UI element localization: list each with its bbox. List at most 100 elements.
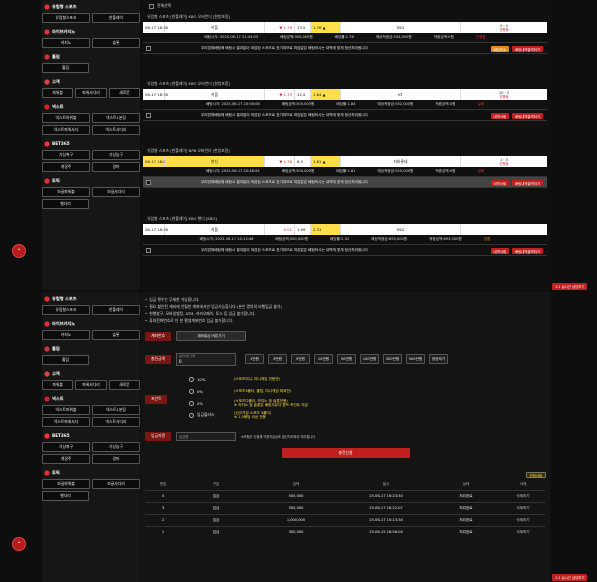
bet-action-button[interactable]: 내역삭제: [490, 180, 510, 186]
sidebar-item-button[interactable]: 경마: [92, 454, 140, 464]
live-chat-button-top[interactable]: 1:1 실시간 상담하기: [552, 283, 588, 290]
bet-print-button[interactable]: 배팅내역출력하기: [512, 180, 543, 186]
amount-button[interactable]: 500만원: [405, 354, 425, 364]
sidebar-item-button[interactable]: 넥스트사다리: [92, 417, 140, 427]
sidebar-item-button[interactable]: 파워사다리: [75, 380, 107, 390]
bet-row[interactable]: 06-17 18:30 키움 ▼ 1.79 13.5 1.76 ▲ SSG 0 : 0 진행중: [143, 22, 547, 33]
bet-checkbox[interactable]: [146, 45, 151, 51]
radio-icon[interactable]: [189, 400, 194, 406]
amount-button[interactable]: 10만원: [313, 354, 333, 364]
bet-print-button[interactable]: 배팅내역출력하기: [512, 113, 543, 119]
sidebar-item-button[interactable]: 보글파워볼: [42, 187, 90, 197]
sidebar-item-button[interactable]: 한폴레이: [92, 13, 140, 23]
bet-action-button[interactable]: 배팅취소: [490, 46, 510, 52]
sidebar-item-button[interactable]: 한폴레이: [92, 305, 140, 315]
bet-checkbox[interactable]: [146, 179, 151, 185]
bet-team2[interactable]: KT: [341, 89, 461, 100]
sidebar-item-button[interactable]: 홀덤: [42, 355, 89, 365]
bet-print-button[interactable]: 배팅내역출력하기: [512, 248, 543, 254]
bet-odd1[interactable]: 5.01: [265, 224, 295, 235]
sidebar-item-button[interactable]: 파워사다리: [75, 88, 107, 98]
amount-button[interactable]: 3만원: [267, 354, 287, 364]
bet-print-button[interactable]: 배팅내역출력하기: [512, 46, 543, 52]
bet-team1[interactable]: 키움: [165, 224, 265, 235]
sidebar-item-button[interactable]: 벨다리: [42, 491, 89, 501]
sidebar-item-button[interactable]: 보글사다리: [92, 187, 140, 197]
sidebar-item-button[interactable]: 새로운: [108, 88, 140, 98]
bet-team2[interactable]: SSG: [341, 22, 461, 33]
sidebar-item-button[interactable]: 새로운: [108, 380, 140, 390]
sidebar-item-button[interactable]: 넥스트사다리: [92, 125, 140, 135]
bet-odd1[interactable]: ▼ 1.73: [265, 89, 295, 100]
amount-input[interactable]: 충전하실 금액 0: [175, 352, 236, 366]
amount-button[interactable]: 1만원: [244, 354, 264, 364]
amount-button[interactable]: 300만원: [382, 354, 402, 364]
bet-action-button[interactable]: 내역삭제: [490, 113, 510, 119]
sidebar-item-button[interactable]: 넥스트파워사다: [42, 417, 90, 427]
sidebar-item-button[interactable]: 카지노: [42, 38, 90, 48]
sidebar-item-button[interactable]: 개경주: [42, 162, 90, 172]
bet-odd1[interactable]: ▼ 1.76: [265, 156, 295, 167]
sidebar-item-button[interactable]: 벨다리: [42, 199, 89, 209]
sidebar-item-button[interactable]: 가상축구: [42, 442, 90, 452]
bet-row[interactable]: 06-17 18:30 키움 5.01 1.99 2.31 SSG: [143, 224, 547, 235]
radio-icon[interactable]: [189, 376, 194, 382]
amount-button[interactable]: 50만원: [336, 354, 356, 364]
sidebar-item-button[interactable]: 가상농구: [92, 442, 140, 452]
bet-action-button[interactable]: 내역삭제: [490, 248, 510, 254]
history-action[interactable]: 삭제하기: [501, 513, 545, 526]
sidebar-item-button[interactable]: 가상농구: [92, 150, 140, 160]
amount-button[interactable]: 정정하기: [428, 354, 448, 364]
sidebar-item-button[interactable]: 슬롯: [92, 330, 140, 340]
point-option[interactable]: 0% (스포츠다폴더, 카지노 및 슬롯전용) ※ 카지노 및 슬롯은 배팅사유다…: [189, 398, 308, 408]
bet-odd2[interactable]: 1.81 ▲: [311, 156, 341, 167]
sidebar-item-button[interactable]: 유럽형스포츠: [42, 305, 90, 315]
bet-row[interactable]: 06-17 18:00 한신 ▼ 1.76 6.5 1.81 ▲ 지바롯데 1 : 3 진행중: [143, 156, 547, 167]
scroll-up-button-top[interactable]: ⌃: [12, 244, 26, 258]
bet-checkbox[interactable]: [146, 112, 151, 118]
sidebar-item-button[interactable]: 넥스트파워볼: [42, 405, 90, 415]
sidebar-item-button[interactable]: 홀덤: [42, 63, 89, 73]
point-option[interactable]: 입금플러스 (신규가입 스포츠 3폴더) ※ 1,5배당 이상 전용: [189, 410, 308, 420]
bet-team2[interactable]: 지바롯데: [341, 156, 461, 167]
sidebar-item-button[interactable]: 파워볼: [42, 380, 74, 390]
radio-icon[interactable]: [189, 412, 194, 418]
bet-odd1[interactable]: ▼ 1.79: [265, 22, 295, 33]
sidebar-item-button[interactable]: 가상축구: [42, 150, 90, 160]
select-all-checkbox[interactable]: [149, 3, 154, 9]
bet-odd2[interactable]: 1.76 ▲: [311, 22, 341, 33]
point-option[interactable]: 0% (스포츠3폴더, 홀덤, 미니게임 제외전): [189, 386, 308, 396]
history-action[interactable]: 삭제하기: [501, 489, 545, 502]
sidebar-item-button[interactable]: 보글사다리: [92, 479, 140, 489]
sidebar-item-button[interactable]: 넥스트파워사다: [42, 125, 90, 135]
bet-team1[interactable]: 한신: [165, 156, 265, 167]
bet-row[interactable]: 06-17 18:30 키움 ▼ 1.73 12.5 1.84 ▲ KT 10 : 3 진행중: [143, 89, 547, 100]
sidebar-item-button[interactable]: 카지노: [42, 330, 90, 340]
bet-odd2[interactable]: 2.31: [311, 224, 341, 235]
bet-team1[interactable]: 키움: [165, 89, 265, 100]
radio-icon[interactable]: [189, 388, 194, 394]
history-action[interactable]: 삭제하기: [501, 501, 545, 514]
sidebar-item-button[interactable]: 넥스트파워볼: [42, 113, 90, 123]
point-option[interactable]: 10% (스포츠미니, 미니게임 전용전): [189, 374, 308, 384]
amount-button[interactable]: 5만원: [290, 354, 310, 364]
sidebar-item-button[interactable]: 유럽형스포츠: [42, 13, 90, 23]
sidebar-item-button[interactable]: 슬롯: [92, 38, 140, 48]
scroll-up-button-bottom[interactable]: ⌃: [12, 537, 26, 551]
delete-all-button[interactable]: 전체삭제: [525, 472, 546, 478]
depositor-input[interactable]: 입금명: [175, 431, 236, 441]
live-chat-button-bottom[interactable]: 1:1 실시간 상담하기: [552, 574, 588, 581]
bet-checkbox[interactable]: [146, 247, 151, 253]
amount-button[interactable]: 100만원: [359, 354, 379, 364]
sidebar-item-button[interactable]: 넥스트1분링: [92, 405, 140, 415]
sidebar-item-button[interactable]: 넥스트1분링: [92, 113, 140, 123]
bet-odd2[interactable]: 1.84 ▲: [311, 89, 341, 100]
sidebar-item-button[interactable]: 경마: [92, 162, 140, 172]
sidebar-item-button[interactable]: 파워볼: [42, 88, 74, 98]
account-issue-button[interactable]: 계좌발급 버튼가기: [175, 331, 246, 341]
history-action[interactable]: 삭제하기: [501, 525, 545, 538]
sidebar-item-button[interactable]: 보글파워볼: [42, 479, 90, 489]
sidebar-item-button[interactable]: 개경주: [42, 454, 90, 464]
bet-team1[interactable]: 키움: [165, 22, 265, 33]
deposit-submit-button[interactable]: 충전신청: [281, 448, 410, 458]
